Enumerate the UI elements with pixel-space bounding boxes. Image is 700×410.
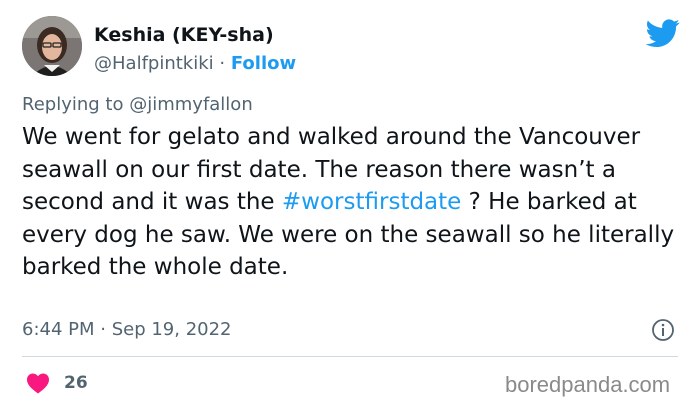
avatar-photo [22,16,82,76]
twitter-bird-icon[interactable] [646,16,680,50]
tweet-header: Keshia (KEY-sha) @Halfpintkiki · Follow [22,16,682,82]
divider [22,356,678,357]
replying-prefix: Replying to [22,94,124,115]
follow-button[interactable]: Follow [231,53,296,74]
tweet-timestamp[interactable]: 6:44 PM · Sep 19, 2022 [22,319,232,340]
avatar[interactable] [22,16,82,76]
replying-to: Replying to @jimmyfallon [22,94,253,115]
author-handle[interactable]: @Halfpintkiki [94,53,214,74]
reply-mention-link[interactable]: @jimmyfallon [129,94,253,115]
author-name[interactable]: Keshia (KEY-sha) [94,24,274,46]
author-handle-row: @Halfpintkiki · Follow [94,53,296,74]
like-count: 26 [64,373,88,393]
separator-dot: · [219,53,226,74]
tweet-text: We went for gelato and walked around the… [22,121,682,284]
heart-icon[interactable] [26,372,50,394]
hashtag-link[interactable]: #worstfirstdate [282,189,461,215]
info-icon[interactable] [651,318,675,342]
watermark: boredpanda.com [505,372,671,397]
